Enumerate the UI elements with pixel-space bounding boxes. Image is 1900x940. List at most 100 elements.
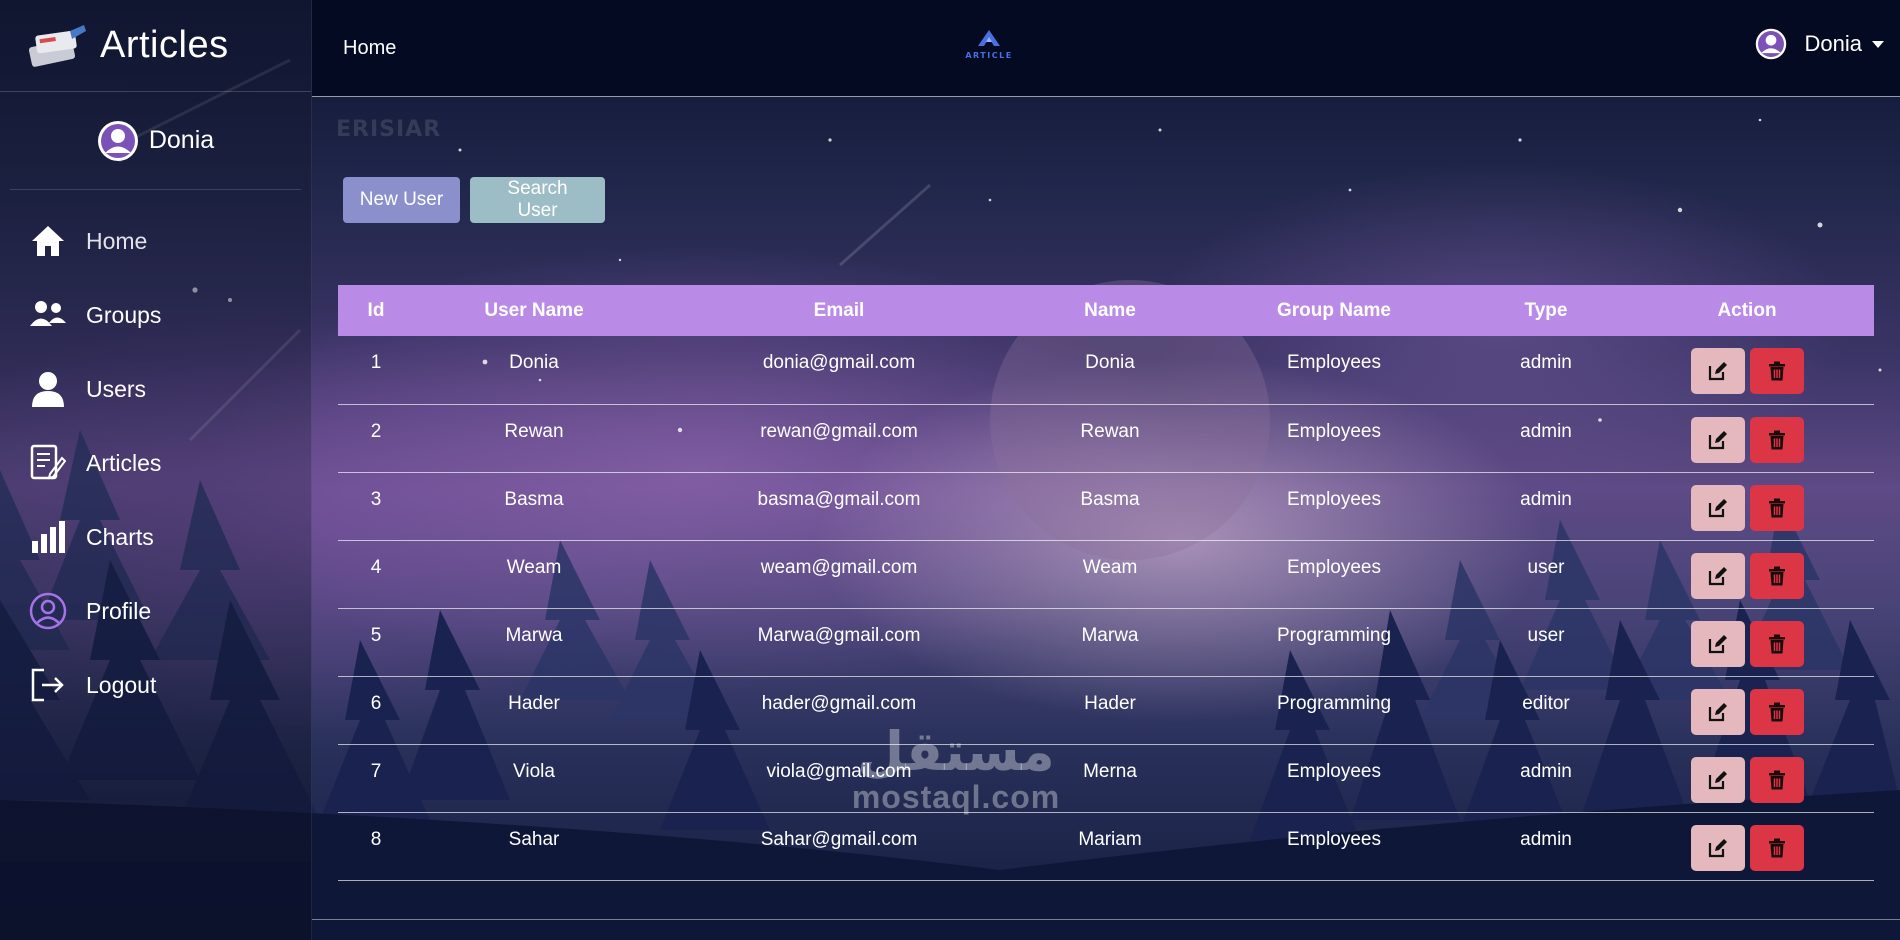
- cell-type: user: [1527, 556, 1565, 578]
- cell-email: Marwa@gmail.com: [757, 624, 921, 646]
- cell-type: admin: [1520, 352, 1572, 373]
- edit-button[interactable]: [1690, 756, 1745, 803]
- cell-id: 7: [370, 760, 382, 782]
- cell-action: [1620, 744, 1874, 812]
- search-user-button[interactable]: Search User: [470, 177, 605, 223]
- cell-email: rewan@gmail.com: [760, 420, 918, 442]
- edit-button[interactable]: [1690, 688, 1745, 735]
- cell-type: admin: [1520, 760, 1572, 782]
- delete-button[interactable]: [1749, 824, 1804, 871]
- delete-button[interactable]: [1749, 688, 1804, 735]
- cell-action: [1620, 472, 1874, 540]
- cell-action: [1620, 608, 1874, 676]
- edit-icon: [1708, 430, 1727, 449]
- sidebar-nav: Home Groups Users Articles Charts Profil…: [0, 190, 311, 722]
- cell-group: Employees: [1287, 760, 1381, 782]
- delete-button[interactable]: [1749, 756, 1804, 803]
- cell-id: 8: [370, 828, 382, 850]
- cell-id: 4: [370, 556, 382, 578]
- topbar-user-dropdown[interactable]: Donia: [1755, 28, 1884, 60]
- delete-button[interactable]: [1749, 416, 1804, 463]
- table-row: 2 Rewan rewan@gmail.com Rewan Employees …: [338, 404, 1874, 472]
- sidebar-item-label: Logout: [86, 671, 157, 698]
- delete-button[interactable]: [1749, 620, 1804, 667]
- edit-button[interactable]: [1690, 824, 1745, 871]
- topbar: Home ARTICLE Donia: [312, 0, 1900, 97]
- cell-id: 5: [370, 624, 382, 646]
- edit-button[interactable]: [1690, 552, 1745, 599]
- cell-username: Hader: [508, 692, 560, 714]
- cell-action: [1620, 404, 1874, 472]
- cell-action: [1620, 540, 1874, 608]
- table-row: 5 Marwa Marwa@gmail.com Marwa Programmin…: [338, 608, 1874, 676]
- watermark: ERISIAR: [336, 117, 442, 142]
- site-watermark-text: mostaql.com: [851, 779, 1061, 815]
- cell-type: admin: [1520, 828, 1572, 850]
- cell-action: [1620, 676, 1874, 744]
- cell-group: Employees: [1287, 420, 1381, 442]
- main-content: ERISIAR New User Search User Id User Nam…: [312, 97, 1900, 940]
- delete-button[interactable]: [1749, 484, 1804, 531]
- edit-icon: [1708, 566, 1727, 585]
- sidebar-item-label: Users: [86, 375, 147, 402]
- sidebar-user: Donia: [10, 92, 301, 190]
- users-table: Id User Name Email Name Group Name Type …: [338, 285, 1874, 881]
- sidebar-item-profile[interactable]: Profile: [0, 574, 311, 648]
- topbar-user-name: Donia: [1804, 31, 1862, 56]
- table-row: 1 Donia donia@gmail.com Donia Employees …: [338, 336, 1874, 404]
- cell-email: basma@gmail.com: [757, 488, 921, 510]
- delete-button[interactable]: [1749, 348, 1804, 394]
- edit-button[interactable]: [1690, 416, 1745, 463]
- cell-email: Sahar@gmail.com: [760, 828, 918, 850]
- brand-title: Articles: [100, 24, 229, 66]
- table-row: 6 Hader hader@gmail.com Hader Programmin…: [338, 676, 1874, 744]
- sidebar-item-label: Home: [86, 227, 148, 254]
- cell-username: Donia: [509, 352, 559, 373]
- logout-icon: [28, 665, 68, 705]
- column-header-id: Id: [367, 299, 385, 321]
- articles-icon: [28, 443, 68, 483]
- cell-id: 3: [370, 488, 382, 510]
- sidebar-item-label: Groups: [86, 301, 162, 328]
- trash-icon: [1768, 361, 1785, 381]
- sidebar-item-groups[interactable]: Groups: [0, 278, 311, 352]
- column-header-action: Action: [1717, 299, 1777, 321]
- sidebar-item-articles[interactable]: Articles: [0, 426, 311, 500]
- table-header-row: Id User Name Email Name Group Name Type …: [338, 285, 1874, 336]
- new-user-button[interactable]: New User: [343, 177, 460, 223]
- cell-action: [1620, 336, 1874, 404]
- trash-icon: [1768, 770, 1785, 789]
- cell-username: Rewan: [504, 420, 564, 442]
- cell-id: 6: [370, 692, 382, 714]
- cell-email: weam@gmail.com: [760, 556, 918, 578]
- edit-button[interactable]: [1690, 348, 1745, 394]
- cell-group: Programming: [1276, 692, 1392, 714]
- cell-name: Basma: [1080, 488, 1140, 510]
- sidebar-item-charts[interactable]: Charts: [0, 500, 311, 574]
- edit-icon: [1708, 634, 1727, 653]
- topbar-logo-text: ARTICLE: [965, 51, 1012, 60]
- table-body: 1 Donia donia@gmail.com Donia Employees …: [338, 336, 1874, 880]
- column-header-type: Type: [1524, 299, 1568, 321]
- sidebar-item-label: Profile: [86, 597, 152, 624]
- trash-icon: [1768, 498, 1785, 517]
- cell-type: admin: [1520, 420, 1572, 442]
- edit-button[interactable]: [1690, 620, 1745, 667]
- topbar-home-link[interactable]: Home: [343, 37, 396, 60]
- cell-username: Sahar: [508, 828, 560, 850]
- column-header-email: Email: [813, 299, 865, 321]
- cell-username: Marwa: [505, 624, 563, 646]
- edit-icon: [1708, 702, 1727, 721]
- cell-username: Basma: [504, 488, 564, 510]
- sidebar-item-label: Articles: [86, 449, 162, 476]
- caret-down-icon: [1872, 40, 1884, 48]
- delete-button[interactable]: [1749, 552, 1804, 599]
- cell-name: Marwa: [1081, 624, 1139, 646]
- groups-icon: [28, 295, 68, 335]
- cell-name: Donia: [1085, 352, 1135, 373]
- sidebar-item-logout[interactable]: Logout: [0, 648, 311, 722]
- sidebar-item-home[interactable]: Home: [0, 204, 311, 278]
- edit-button[interactable]: [1690, 484, 1745, 531]
- edit-icon: [1708, 362, 1727, 381]
- sidebar-item-users[interactable]: Users: [0, 352, 311, 426]
